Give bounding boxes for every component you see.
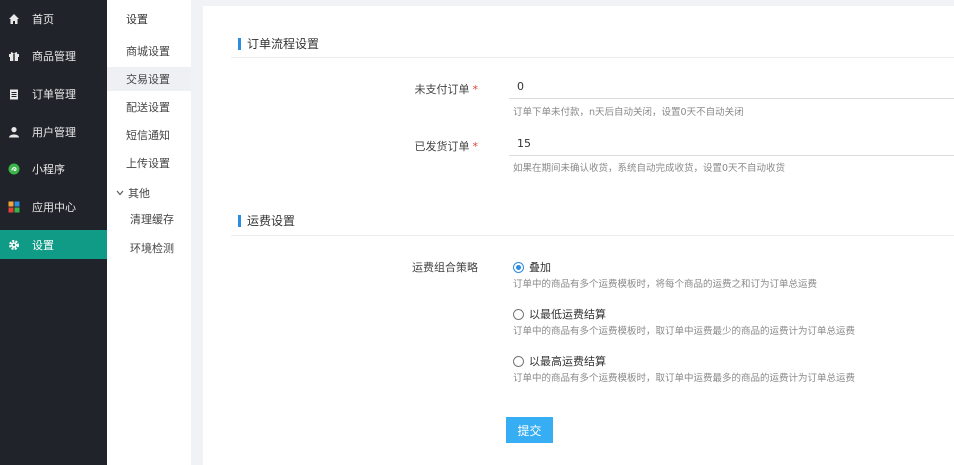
radio-option-sum-help: 订单中的商品有多个运费模板时，将每个商品的运费之和订为订单总运费: [513, 279, 818, 290]
sidebar-item-label: 小程序: [32, 162, 65, 176]
gift-icon: [8, 50, 20, 62]
order-section-title: 订单流程设置: [238, 35, 319, 52]
submenu-title: 设置: [126, 13, 148, 26]
shipped-order-label: 已发货订单 *: [298, 138, 479, 154]
submenu-item-shop-settings[interactable]: 商城设置: [107, 39, 191, 63]
clipboard-icon: [8, 88, 20, 100]
submenu-item-env-check[interactable]: 环境检测: [107, 237, 191, 259]
submenu-item-sms-notify[interactable]: 短信通知: [107, 123, 191, 147]
order-section-title-text: 订单流程设置: [247, 37, 320, 51]
sidebar-item-home[interactable]: 首页: [0, 4, 107, 33]
chevron-down-icon: [116, 190, 124, 196]
submenu-item-delivery-settings[interactable]: 配送设置: [107, 95, 191, 119]
sidebar-item-apps[interactable]: 应用中心: [0, 192, 107, 221]
submenu-item-trade-settings[interactable]: 交易设置: [107, 67, 191, 91]
radio-option-lowest-help: 订单中的商品有多个运费模板时，取订单中运费最少的商品的运费计为订单总运费: [513, 326, 856, 337]
sidebar-item-label: 商品管理: [32, 49, 76, 63]
user-icon: [8, 126, 20, 138]
unpaid-order-days-input[interactable]: [509, 75, 954, 99]
section-divider: [231, 57, 954, 58]
sidebar-item-label: 设置: [32, 238, 54, 252]
freight-section-title-text: 运费设置: [247, 214, 296, 228]
submenu-item-upload-settings[interactable]: 上传设置: [107, 151, 191, 175]
section-accent-bar: [238, 214, 241, 227]
shipped-order-label-text: 已发货订单: [414, 140, 470, 153]
sidebar-item-label: 用户管理: [32, 125, 76, 139]
submenu-group-other[interactable]: 其他: [116, 185, 150, 201]
home-icon: [8, 13, 20, 25]
unpaid-order-label: 未支付订单 *: [298, 81, 479, 97]
required-mark: *: [472, 83, 479, 96]
radio-option-highest-help: 订单中的商品有多个运费模板时，取订单中运费最多的商品的运费计为订单总运费: [513, 373, 856, 384]
radio-checked-icon[interactable]: [513, 261, 524, 273]
radio-unchecked-icon[interactable]: [513, 355, 524, 367]
radio-option-label: 以最低运费结算: [529, 308, 606, 321]
gear-icon: [8, 239, 20, 251]
sidebar-item-miniprogram[interactable]: 小程序: [0, 154, 107, 183]
sidebar-item-orders[interactable]: 订单管理: [0, 79, 107, 108]
sidebar-item-label: 订单管理: [32, 87, 76, 101]
freight-section-title: 运费设置: [238, 212, 295, 229]
sidebar-item-users[interactable]: 用户管理: [0, 117, 107, 146]
radio-option-sum[interactable]: 叠加: [513, 259, 551, 275]
radio-option-label: 以最高运费结算: [529, 355, 606, 368]
radio-option-label: 叠加: [529, 261, 551, 274]
sidebar-item-settings[interactable]: 设置: [0, 230, 107, 259]
unpaid-order-help: 订单下单未付款，n天后自动关闭，设置0天不自动关闭: [513, 107, 744, 118]
main-sidebar: 首页 商品管理 订单管理 用户管理 小程序 应用中心 设置: [0, 0, 107, 465]
apps-icon: [8, 201, 20, 213]
miniprogram-icon: [8, 163, 20, 175]
radio-unchecked-icon[interactable]: [513, 308, 524, 320]
freight-strategy-label: 运费组合策略: [412, 261, 478, 274]
main-panel: 订单流程设置 未支付订单* 订单下单未付款，n天后自动关闭，设置0天不自动关闭 …: [203, 6, 954, 465]
required-mark: *: [472, 140, 479, 153]
shipped-order-help: 如果在期间未确认收货，系统自动完成收货，设置0天不自动收货: [513, 163, 786, 174]
sidebar-item-label: 首页: [32, 12, 54, 26]
sidebar-item-label: 应用中心: [32, 200, 76, 214]
sidebar-item-products[interactable]: 商品管理: [0, 41, 107, 70]
section-accent-bar: [238, 37, 241, 50]
settings-submenu: 设置 商城设置 交易设置 配送设置 短信通知 上传设置 其他 清理缓存 环境检测: [107, 0, 191, 465]
shipped-order-days-input[interactable]: [509, 132, 954, 156]
radio-option-lowest[interactable]: 以最低运费结算: [513, 306, 606, 322]
submit-button[interactable]: 提交: [506, 417, 553, 443]
radio-option-highest[interactable]: 以最高运费结算: [513, 353, 606, 369]
submenu-group-label: 其他: [128, 187, 150, 200]
section-divider: [231, 235, 954, 236]
submenu-item-clear-cache[interactable]: 清理缓存: [107, 208, 191, 230]
unpaid-order-label-text: 未支付订单: [414, 83, 470, 96]
